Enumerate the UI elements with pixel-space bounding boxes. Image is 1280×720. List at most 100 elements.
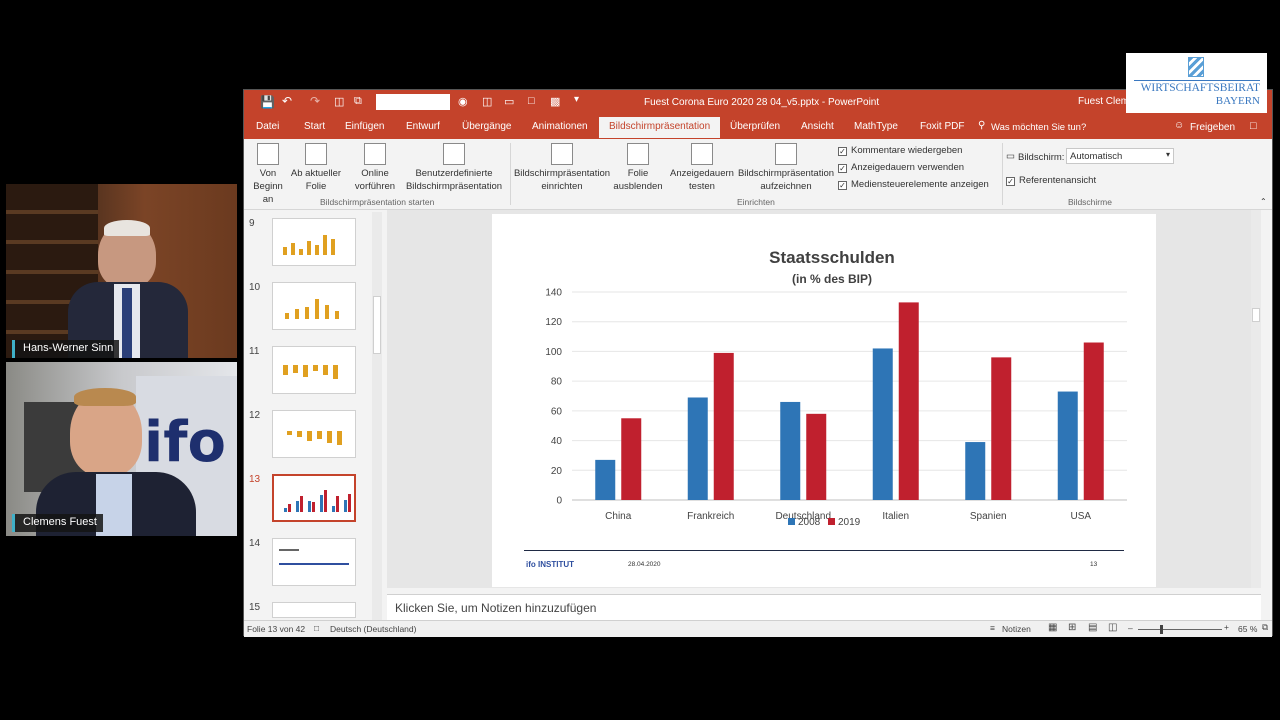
save-as-icon[interactable]: ▩ — [550, 95, 560, 108]
preview-icon[interactable]: ◫ — [482, 95, 492, 108]
stopwatch-icon — [691, 143, 713, 165]
slide-canvas: Staatsschulden (in % des BIP) 0 20 40 60 80 1… — [492, 214, 1156, 587]
thumbnail-preview — [284, 490, 351, 512]
zoom-out-icon[interactable]: – — [1128, 623, 1133, 633]
slide-thumbnail[interactable] — [272, 602, 356, 618]
tab-einfuegen[interactable]: Einfügen — [345, 121, 384, 132]
y-tick-label: 0 — [556, 496, 562, 507]
zoom-in-icon[interactable]: + — [1224, 622, 1229, 632]
slide-editor: Staatsschulden (in % des BIP) 0 20 40 60 80 1… — [387, 210, 1261, 588]
tab-mathtype[interactable]: MathType — [854, 121, 898, 132]
slide-sorter-icon[interactable]: ⊞ — [1068, 622, 1076, 633]
present-online-button[interactable]: Online vorführen — [348, 143, 402, 193]
ribbon-separator — [510, 143, 511, 205]
check-icon: ✓ — [1006, 177, 1015, 186]
tab-start[interactable]: Start — [304, 121, 325, 132]
y-tick-label: 20 — [551, 466, 563, 477]
y-tick-label: 100 — [545, 347, 562, 358]
zoom-slider[interactable] — [1138, 629, 1222, 630]
y-tick-label: 80 — [551, 377, 563, 388]
scrollbar-thumb[interactable] — [373, 296, 381, 354]
comments-icon[interactable]: □ — [1250, 120, 1257, 132]
spellcheck-icon[interactable]: □ — [314, 623, 319, 633]
font-box[interactable] — [376, 94, 450, 110]
video-tile-clemens-fuest: ifo Clemens Fuest — [6, 362, 237, 536]
tab-datei[interactable]: Datei — [256, 121, 279, 132]
open-icon[interactable]: ▭ — [504, 95, 514, 108]
language-indicator[interactable]: Deutsch (Deutschland) — [330, 624, 416, 634]
setup-show-button[interactable]: Bildschirmpräsentation einrichten — [512, 143, 612, 193]
slide-thumbnail[interactable] — [272, 538, 356, 586]
notes-pane[interactable]: Klicken Sie, um Notizen hinzuzufügen — [387, 594, 1261, 620]
zoom-slider-thumb[interactable] — [1160, 625, 1163, 634]
editor-scrollbar[interactable] — [1251, 210, 1261, 588]
rehearse-timings-button[interactable]: Anzeigedauern testen — [668, 143, 736, 193]
bar-2019-usa — [1083, 342, 1104, 500]
person-icon: ☺ — [1174, 120, 1185, 131]
checkbox-referentenansicht[interactable]: ✓ Referentenansicht — [1006, 175, 1096, 186]
collapse-ribbon-icon[interactable]: ⌃ — [1260, 197, 1267, 206]
participant-hair — [104, 220, 150, 236]
tab-ueberpruefen[interactable]: Überprüfen — [730, 121, 780, 132]
tab-uebergaenge[interactable]: Übergänge — [462, 121, 511, 132]
group-label-bildschirme: Bildschirme — [1068, 197, 1112, 207]
from-current-slide-button[interactable]: Ab aktueller Folie — [290, 143, 342, 193]
from-beginning-button[interactable]: Von Beginn an — [248, 143, 288, 206]
title-bar: 💾 ↶ ↷ ◫ ⧉ ◉ ◫ ▭ □ ▩ ▾ Fuest Corona Euro … — [244, 90, 1272, 114]
fit-to-window-icon[interactable]: ⧉ — [1262, 622, 1268, 633]
tab-bildschirmpraesentation[interactable]: Bildschirmpräsentation — [599, 117, 721, 138]
tab-animationen[interactable]: Animationen — [532, 121, 588, 132]
bavaria-crest-icon — [1188, 57, 1204, 77]
legend-label: 2008 — [798, 517, 821, 528]
slide-thumbnail[interactable] — [272, 218, 356, 266]
slide-thumbnail[interactable] — [272, 346, 356, 394]
notes-icon: ≡ — [990, 623, 995, 633]
ribbon-tabs: Datei Start Einfügen Entwurf Übergänge A… — [244, 114, 1272, 139]
thumbnail-number: 14 — [249, 538, 261, 549]
camera-icon[interactable]: ◉ — [458, 95, 468, 108]
x-tick-label: Frankreich — [687, 511, 734, 522]
bar-2008-usa — [1057, 391, 1078, 500]
scrollbar-thumb[interactable] — [1252, 308, 1260, 322]
presentation-icon[interactable]: ◫ — [334, 95, 344, 108]
thumbnail-scrollbar[interactable] — [372, 212, 382, 620]
group-label-start: Bildschirmpräsentation starten — [320, 197, 435, 207]
x-tick-label: China — [605, 511, 632, 522]
thumbnail-number: 9 — [249, 218, 255, 229]
record-show-button[interactable]: Bildschirmpräsentation aufzeichnen — [736, 143, 836, 193]
normal-view-icon[interactable]: ▦ — [1048, 622, 1057, 633]
zoom-level[interactable]: 65 % — [1238, 624, 1257, 634]
thumbnail-preview — [287, 431, 342, 445]
tab-entwurf[interactable]: Entwurf — [406, 121, 440, 132]
bar-2008-spanien — [965, 442, 986, 500]
reading-view-icon[interactable]: ▤ — [1088, 622, 1097, 633]
copy-format-icon[interactable]: ⧉ — [354, 95, 362, 108]
notes-toggle[interactable]: Notizen — [1002, 624, 1031, 634]
monitor-select[interactable]: Automatisch ▾ — [1066, 148, 1174, 164]
tab-ansicht[interactable]: Ansicht — [801, 121, 834, 132]
save-icon[interactable]: 💾 — [260, 95, 275, 109]
slide-thumbnail-selected[interactable] — [272, 474, 356, 522]
screen-icon — [305, 143, 327, 165]
checkbox-kommentare[interactable]: ✓ Kommentare wiedergeben — [838, 145, 962, 156]
customize-dropdown-icon[interactable]: ▾ — [574, 94, 579, 105]
hide-slide-button[interactable]: Folie ausblenden — [610, 143, 666, 193]
video-tile-hans-werner-sinn: Hans-Werner Sinn — [6, 184, 237, 358]
redo-icon[interactable]: ↷ — [310, 94, 320, 108]
logo-line2: BAYERN — [1215, 95, 1260, 107]
slideshow-icon[interactable]: ◫ — [1108, 622, 1117, 633]
checkbox-mediensteuerelemente[interactable]: ✓ Mediensteuerelemente anzeigen — [838, 179, 989, 190]
share-button[interactable]: Freigeben — [1190, 122, 1235, 133]
new-icon[interactable]: □ — [528, 95, 535, 107]
bar-2019-frankreich — [713, 352, 734, 500]
user-name[interactable]: Fuest Clem — [1078, 96, 1129, 107]
tab-foxit-pdf[interactable]: Foxit PDF — [920, 121, 964, 132]
thumbnail-number: 12 — [249, 410, 261, 421]
checkbox-anzeigedauern[interactable]: ✓ Anzeigedauern verwenden — [838, 162, 964, 173]
undo-icon[interactable]: ↶ — [282, 94, 292, 108]
logo-line1: WIRTSCHAFTSBEIRAT — [1140, 82, 1260, 94]
slide-thumbnail[interactable] — [272, 282, 356, 330]
tell-me-search[interactable]: Was möchten Sie tun? — [991, 122, 1086, 133]
custom-show-button[interactable]: Benutzerdefinierte Bildschirmpräsentatio… — [400, 143, 508, 193]
slide-thumbnail[interactable] — [272, 410, 356, 458]
